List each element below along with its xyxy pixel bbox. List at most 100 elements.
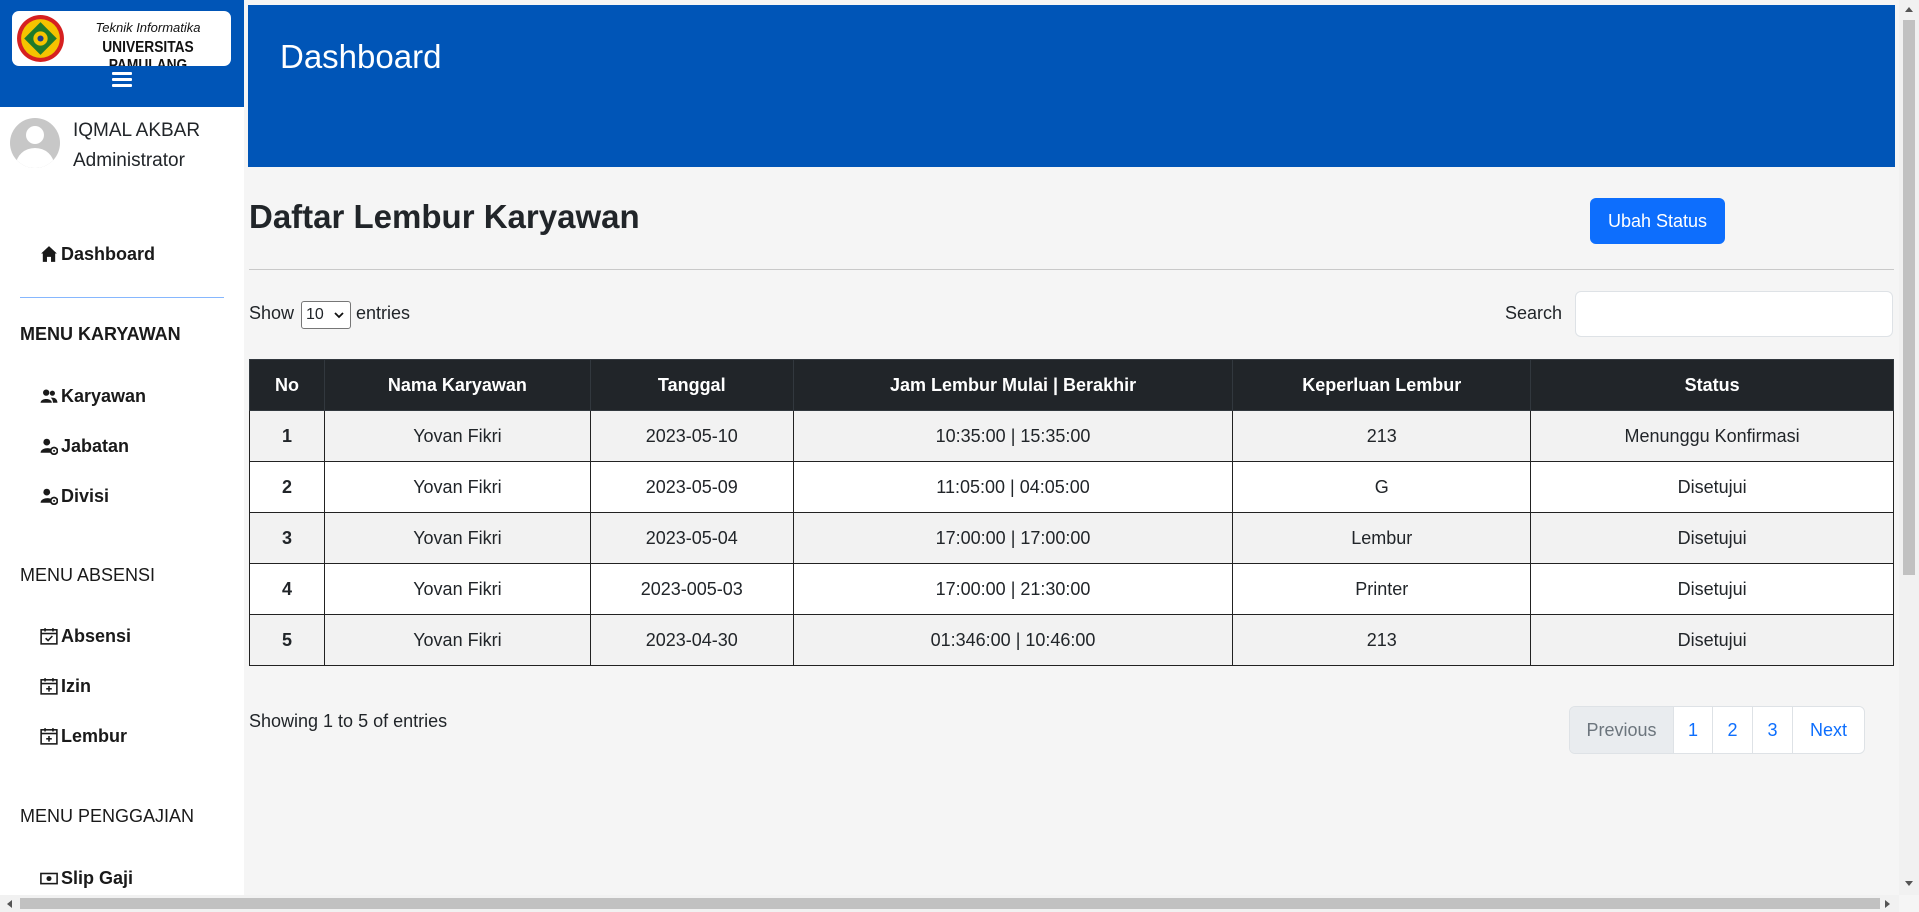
university-emblem-icon [17, 15, 64, 62]
cell-tanggal: 2023-05-09 [589, 461, 794, 513]
scroll-right-arrow-icon[interactable] [1884, 899, 1892, 909]
cell-nama: Yovan Fikri [323, 512, 591, 564]
horizontal-scrollbar-thumb[interactable] [20, 898, 1880, 909]
cell-no: 3 [249, 512, 325, 564]
cell-status: Menunggu Konfirmasi [1530, 410, 1894, 462]
cash-icon [40, 872, 58, 885]
cell-status: Disetujui [1530, 563, 1894, 615]
entries-per-page-select[interactable]: 10 [301, 301, 351, 329]
university-logo[interactable]: Teknik Informatika UNIVERSITAS PAMULANG [12, 11, 231, 66]
scroll-down-arrow-icon[interactable] [1904, 880, 1914, 888]
ubah-status-button[interactable]: Ubah Status [1590, 198, 1725, 244]
column-header-no[interactable]: No [249, 359, 325, 411]
cell-tanggal: 2023-005-03 [589, 563, 794, 615]
logo-text-faculty: Teknik Informatika [95, 20, 201, 35]
pagination-previous[interactable]: Previous [1570, 707, 1673, 753]
column-header-keperluan[interactable]: Keperluan Lembur [1232, 359, 1532, 411]
cell-jam: 11:05:00 | 04:05:00 [792, 461, 1234, 513]
cell-keperluan: 213 [1232, 614, 1532, 666]
user-role: Administrator [73, 150, 185, 171]
column-header-tanggal[interactable]: Tanggal [589, 359, 794, 411]
sidebar-item-label: Absensi [61, 625, 132, 646]
cell-no: 1 [249, 410, 325, 462]
sidebar-item-slip-gaji[interactable]: Slip Gaji [40, 864, 133, 892]
sidebar-item-izin[interactable]: Izin [40, 672, 91, 700]
table-header-row: No Nama Karyawan Tanggal Jam Lembur Mula… [249, 359, 1894, 411]
cell-keperluan: G [1232, 461, 1532, 513]
table-row[interactable]: 3 Yovan Fikri 2023-05-04 17:00:00 | 17:0… [249, 512, 1894, 564]
table-row[interactable]: 5 Yovan Fikri 2023-04-30 01:346:00 | 10:… [249, 614, 1894, 666]
search-input[interactable] [1575, 291, 1893, 337]
pagination-page-1[interactable]: 1 [1673, 707, 1712, 753]
cell-nama: Yovan Fikri [323, 563, 591, 615]
user-name: IQMAL AKBAR [73, 120, 201, 141]
cell-tanggal: 2023-05-04 [589, 512, 794, 564]
horizontal-scrollbar[interactable] [0, 895, 1899, 912]
pagination-page-3[interactable]: 3 [1752, 707, 1792, 753]
pagination-next[interactable]: Next [1792, 707, 1864, 753]
sidebar-item-label: Izin [61, 675, 91, 696]
table-info: Showing 1 to 5 of entries [249, 711, 448, 731]
table-row[interactable]: 4 Yovan Fikri 2023-005-03 17:00:00 | 21:… [249, 563, 1894, 615]
cell-status: Disetujui [1530, 614, 1894, 666]
sidebar-item-label: Divisi [61, 485, 110, 506]
cell-jam: 17:00:00 | 17:00:00 [792, 512, 1234, 564]
cell-no: 5 [249, 614, 325, 666]
scroll-left-arrow-icon[interactable] [5, 899, 13, 909]
cell-jam: 10:35:00 | 15:35:00 [792, 410, 1234, 462]
sidebar-item-karyawan[interactable]: Karyawan [40, 382, 146, 410]
sidebar: Teknik Informatika UNIVERSITAS PAMULANG … [0, 0, 244, 895]
cell-jam: 01:346:00 | 10:46:00 [792, 614, 1234, 666]
cell-tanggal: 2023-04-30 [589, 614, 794, 666]
cell-jam: 17:00:00 | 21:30:00 [792, 563, 1234, 615]
calendar-plus-icon [40, 728, 58, 745]
logo-text-university: UNIVERSITAS PAMULANG [102, 39, 194, 66]
cell-nama: Yovan Fikri [323, 410, 591, 462]
calendar-check-icon [40, 628, 58, 645]
sidebar-item-label: Karyawan [61, 385, 147, 406]
entries-select-value: 10 [306, 306, 324, 323]
sidebar-item-jabatan[interactable]: Jabatan [40, 432, 129, 460]
hamburger-menu-icon[interactable] [112, 72, 132, 88]
home-icon [41, 246, 57, 262]
avatar [10, 118, 60, 168]
vertical-scrollbar-thumb[interactable] [1903, 20, 1915, 575]
sidebar-item-dashboard[interactable]: Dashboard [40, 240, 155, 268]
divider [20, 297, 224, 298]
cell-keperluan: 213 [1232, 410, 1532, 462]
section-title-absensi: MENU ABSENSI [20, 565, 156, 585]
table-row[interactable]: 1 Yovan Fikri 2023-05-10 10:35:00 | 15:3… [249, 410, 1894, 462]
scroll-up-arrow-icon[interactable] [1904, 5, 1914, 13]
cell-nama: Yovan Fikri [323, 461, 591, 513]
people-icon [40, 389, 58, 403]
chevron-down-icon [334, 312, 344, 319]
brand-header: Teknik Informatika UNIVERSITAS PAMULANG [0, 0, 244, 107]
cell-nama: Yovan Fikri [323, 614, 591, 666]
cell-no: 4 [249, 563, 325, 615]
column-header-jam[interactable]: Jam Lembur Mulai | Berakhir [792, 359, 1234, 411]
pagination: Previous 1 2 3 Next [1569, 706, 1865, 754]
column-header-status[interactable]: Status [1530, 359, 1894, 411]
cell-keperluan: Lembur [1232, 512, 1532, 564]
show-label: Show [249, 303, 295, 323]
sidebar-item-label: Slip Gaji [61, 867, 134, 888]
lembur-table: No Nama Karyawan Tanggal Jam Lembur Mula… [249, 359, 1894, 666]
cell-no: 2 [249, 461, 325, 513]
sidebar-item-divisi[interactable]: Divisi [40, 482, 109, 510]
section-title-penggajian: MENU PENGGAJIAN [20, 806, 195, 826]
search-label: Search [1505, 303, 1563, 323]
sidebar-item-label: Jabatan [61, 435, 130, 456]
page-title: Daftar Lembur Karyawan [249, 198, 640, 235]
sidebar-item-absensi[interactable]: Absensi [40, 622, 131, 650]
table-row[interactable]: 2 Yovan Fikri 2023-05-09 11:05:00 | 04:0… [249, 461, 1894, 513]
cell-keperluan: Printer [1232, 563, 1532, 615]
sidebar-item-label: Lembur [61, 725, 128, 746]
sidebar-item-lembur[interactable]: Lembur [40, 722, 127, 750]
vertical-scrollbar[interactable] [1899, 0, 1919, 895]
column-header-nama[interactable]: Nama Karyawan [323, 359, 591, 411]
divider [249, 269, 1894, 270]
cell-status: Disetujui [1530, 461, 1894, 513]
pagination-page-2[interactable]: 2 [1712, 707, 1752, 753]
entries-label: entries [356, 303, 411, 323]
calendar-plus-icon [40, 678, 58, 695]
